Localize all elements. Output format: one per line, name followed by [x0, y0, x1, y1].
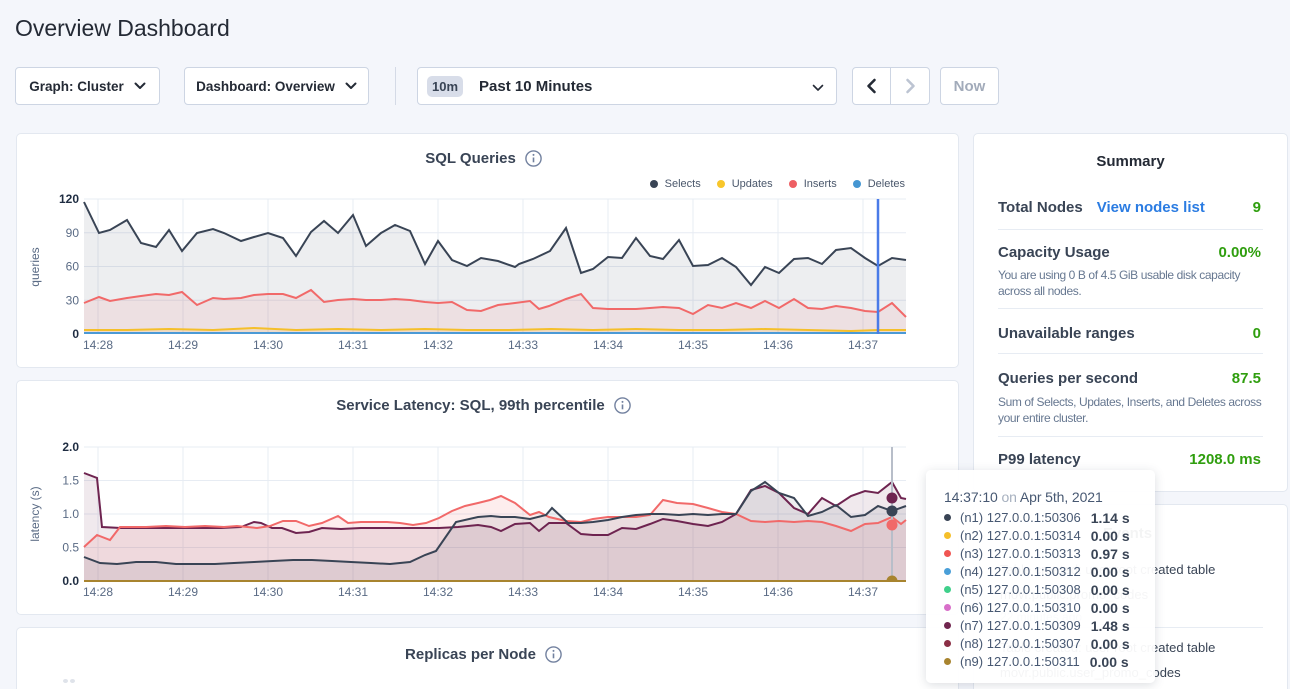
svg-text:14:28: 14:28 — [83, 338, 113, 352]
svg-text:14:29: 14:29 — [168, 585, 198, 599]
svg-text:0.5: 0.5 — [62, 541, 79, 555]
svg-text:1.5: 1.5 — [62, 474, 79, 488]
svg-text:14:35: 14:35 — [678, 338, 708, 352]
svg-text:14:28: 14:28 — [83, 585, 113, 599]
svg-text:14:32: 14:32 — [423, 338, 453, 352]
svg-text:14:31: 14:31 — [338, 338, 368, 352]
svg-text:30: 30 — [66, 293, 80, 307]
svg-text:14:33: 14:33 — [508, 585, 538, 599]
svg-text:14:30: 14:30 — [253, 338, 283, 352]
svg-text:14:34: 14:34 — [593, 585, 623, 599]
svg-text:2.0: 2.0 — [62, 440, 79, 454]
svg-text:14:37: 14:37 — [848, 338, 878, 352]
svg-text:14:32: 14:32 — [423, 585, 453, 599]
svg-text:14:37: 14:37 — [848, 585, 878, 599]
svg-text:0: 0 — [72, 327, 79, 341]
svg-text:latency (s): latency (s) — [28, 486, 42, 541]
svg-text:1.0: 1.0 — [62, 507, 79, 521]
svg-text:14:36: 14:36 — [763, 585, 793, 599]
svg-text:90: 90 — [66, 226, 80, 240]
svg-text:14:36: 14:36 — [763, 338, 793, 352]
svg-text:14:29: 14:29 — [168, 338, 198, 352]
svg-text:14:30: 14:30 — [253, 585, 283, 599]
svg-text:14:35: 14:35 — [678, 585, 708, 599]
svg-text:14:33: 14:33 — [508, 338, 538, 352]
svg-text:60: 60 — [66, 260, 80, 274]
svg-text:14:34: 14:34 — [593, 338, 623, 352]
svg-text:0.0: 0.0 — [62, 574, 79, 588]
svg-text:queries: queries — [28, 247, 42, 286]
svg-text:14:31: 14:31 — [338, 585, 368, 599]
svg-text:120: 120 — [59, 192, 79, 206]
